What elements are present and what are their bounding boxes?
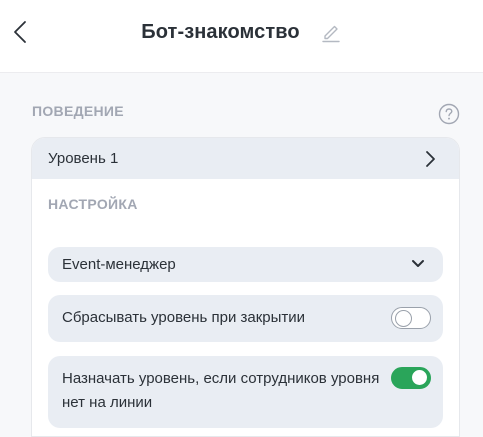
level-row[interactable]: Уровень 1 — [32, 138, 459, 179]
chevron-right-icon — [426, 151, 435, 167]
assign-if-no-staff-label: Назначать уровень, если сотрудников уров… — [62, 370, 380, 411]
assign-if-no-staff-toggle[interactable] — [391, 367, 431, 389]
assign-if-no-staff-row: Назначать уровень, если сотрудников уров… — [48, 356, 443, 428]
reset-on-close-row: Сбрасывать уровень при закрытии — [48, 295, 443, 342]
role-select-value: Event-менеджер — [62, 256, 176, 273]
role-select[interactable]: Event-менеджер — [48, 247, 443, 282]
toggle-knob — [395, 309, 412, 327]
chevron-down-icon — [412, 260, 424, 267]
toggle-knob — [412, 370, 427, 385]
level-label: Уровень 1 — [48, 150, 119, 167]
reset-on-close-label: Сбрасывать уровень при закрытии — [62, 309, 306, 326]
title-area: Бот-знакомство — [0, 18, 483, 46]
pencil-icon — [322, 25, 340, 43]
question-circle-icon — [438, 103, 460, 125]
page-title: Бот-знакомство — [141, 20, 300, 43]
section-title-behavior: ПОВЕДЕНИЕ — [32, 103, 124, 119]
reset-on-close-toggle[interactable] — [391, 307, 431, 329]
top-bar: Бот-знакомство — [0, 0, 483, 73]
behavior-card: Уровень 1 НАСТРОЙКА Event-менеджер Сбрас… — [31, 137, 460, 437]
edit-title-button[interactable] — [320, 21, 342, 43]
help-button[interactable] — [438, 103, 460, 125]
section-title-settings: НАСТРОЙКА — [48, 196, 138, 212]
